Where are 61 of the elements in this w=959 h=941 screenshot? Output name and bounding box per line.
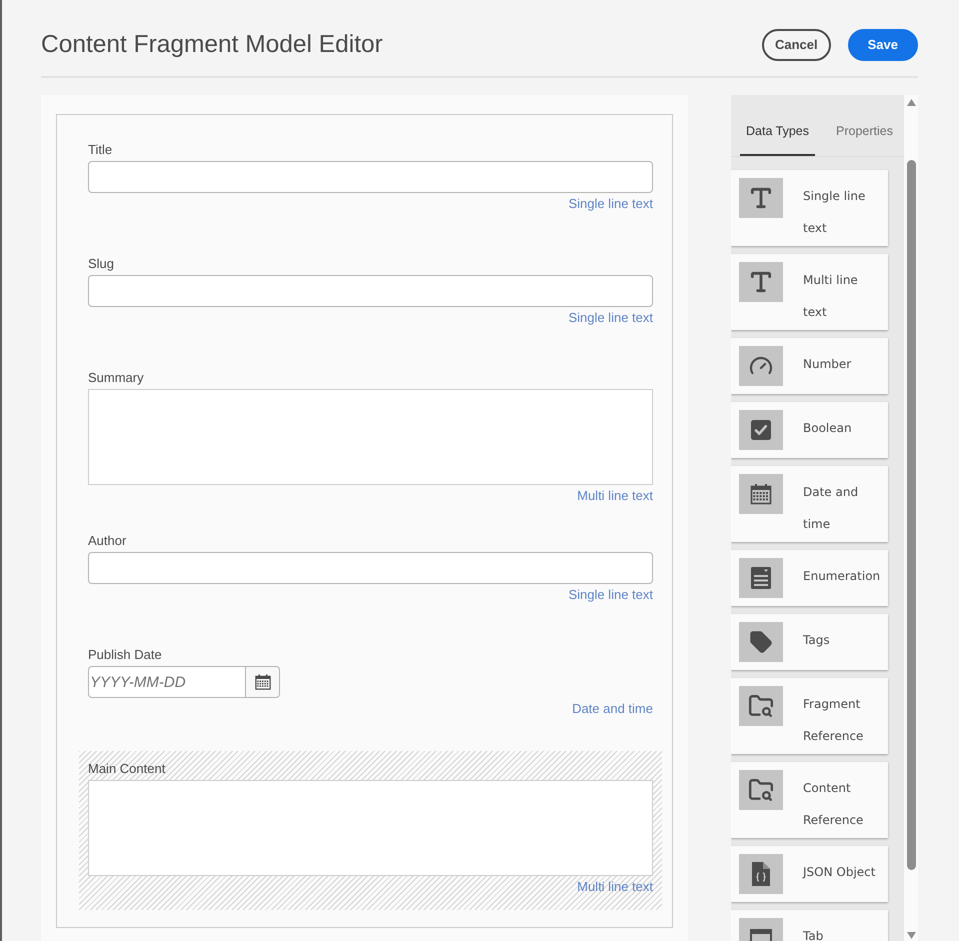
- cancel-button[interactable]: Cancel: [762, 29, 831, 61]
- tag-icon: [739, 622, 783, 662]
- data-type-label: JSON Object: [803, 864, 876, 881]
- data-type-card[interactable]: Date and time: [731, 466, 888, 542]
- data-type-card[interactable]: Tab: [731, 910, 888, 941]
- text-icon: [739, 262, 783, 302]
- folder-search-icon: [739, 686, 783, 726]
- field-type-label: Date and time: [572, 701, 653, 717]
- text-input[interactable]: [88, 275, 653, 307]
- tab[interactable]: Properties: [830, 123, 899, 156]
- gauge-icon: [739, 346, 783, 386]
- field-label: Summary: [88, 370, 144, 386]
- calendar-icon: [254, 673, 272, 691]
- data-type-card[interactable]: JSON Object: [731, 846, 888, 902]
- text-input[interactable]: [88, 552, 653, 584]
- data-type-label: Enumeration: [803, 568, 882, 585]
- data-type-card[interactable]: Content Reference: [731, 762, 888, 838]
- field-type-label: Single line text: [568, 196, 653, 212]
- field-label: Title: [88, 142, 112, 158]
- field-type-label: Single line text: [568, 587, 653, 603]
- field-type-label: Multi line text: [577, 488, 653, 504]
- scroll-up-icon[interactable]: [906, 99, 916, 106]
- calendar-button[interactable]: [246, 666, 280, 698]
- data-type-label: Date and time: [803, 484, 860, 533]
- scrollbar[interactable]: [904, 95, 918, 941]
- scrollbar-thumb[interactable]: [906, 160, 916, 870]
- data-type-label: Multi line text: [803, 272, 859, 321]
- file-braces-icon: [739, 854, 783, 894]
- data-type-card[interactable]: Multi line text: [731, 254, 888, 330]
- tab[interactable]: Data Types: [740, 123, 816, 156]
- data-type-label: Boolean: [803, 420, 853, 437]
- data-type-label: Single line text: [803, 188, 866, 237]
- checkbox-icon: [739, 410, 783, 450]
- field-label: Publish Date: [88, 647, 162, 663]
- data-type-card[interactable]: Fragment Reference: [731, 678, 888, 754]
- textarea-field[interactable]: [88, 389, 653, 485]
- folder-search-icon: [739, 770, 783, 810]
- field-label: Author: [88, 533, 126, 549]
- data-type-card[interactable]: Number: [731, 338, 888, 394]
- data-type-label: Tags: [803, 632, 831, 649]
- field-label: Slug: [88, 256, 114, 272]
- field-type-label: Single line text: [568, 310, 653, 326]
- data-type-card[interactable]: Enumeration: [731, 550, 888, 606]
- field-label: Main Content: [88, 761, 166, 777]
- data-type-label: Number: [803, 356, 852, 373]
- textarea-field[interactable]: [88, 780, 653, 876]
- data-type-card[interactable]: Boolean: [731, 402, 888, 458]
- date-input[interactable]: YYYY-MM-DD: [88, 666, 246, 698]
- field-type-label: Multi line text: [577, 879, 653, 895]
- save-button[interactable]: Save: [848, 29, 918, 61]
- data-type-label: Tab: [803, 928, 824, 941]
- data-type-card[interactable]: Tags: [731, 614, 888, 670]
- text-input[interactable]: [88, 161, 653, 193]
- page-title: Content Fragment Model Editor: [41, 30, 383, 60]
- data-type-card[interactable]: Single line text: [731, 170, 888, 246]
- list-icon: [739, 558, 783, 598]
- data-type-label: Fragment Reference: [803, 696, 864, 745]
- scroll-down-icon[interactable]: [906, 932, 916, 939]
- text-icon: [739, 178, 783, 218]
- data-type-label: Content Reference: [803, 780, 864, 829]
- calendar-icon: [739, 474, 783, 514]
